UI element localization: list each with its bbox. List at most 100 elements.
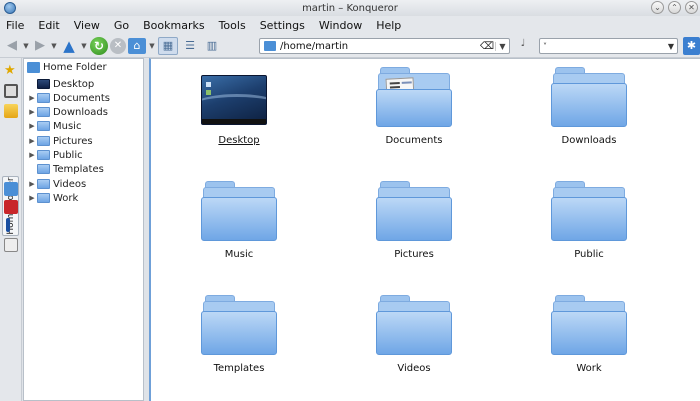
maximize-button[interactable]: ⌃ (668, 1, 681, 14)
file-label: Work (576, 363, 602, 374)
home-folder-icon (27, 62, 40, 73)
file-item-videos[interactable]: Videos (354, 295, 474, 374)
menu-window[interactable]: Window (319, 19, 362, 32)
tree-item-label: Templates (53, 163, 104, 175)
location-bar[interactable]: /home/martin ⌫ ▼ (259, 38, 510, 54)
tree-root-home-folder[interactable]: Home Folder (27, 62, 107, 73)
tree-item-pictures[interactable]: ▶ Pictures (27, 134, 92, 148)
tree-item-label: Public (53, 149, 83, 161)
forward-history-dropdown-icon[interactable]: ▼ (50, 37, 58, 55)
menu-bookmarks[interactable]: Bookmarks (143, 19, 204, 32)
file-icon-view[interactable]: Desktop Documents Downloads Music Pictur… (149, 58, 700, 401)
file-item-downloads[interactable]: Downloads (529, 67, 649, 146)
expand-arrow-icon[interactable]: ▶ (27, 94, 37, 102)
menu-go[interactable]: Go (114, 19, 129, 32)
expand-arrow-icon[interactable]: ▶ (27, 122, 37, 130)
tree-item-desktop[interactable]: Desktop (27, 77, 94, 91)
file-label: Documents (385, 135, 443, 146)
file-item-work[interactable]: Work (529, 295, 649, 374)
back-history-dropdown-icon[interactable]: ▼ (22, 37, 30, 55)
folder-icon (37, 136, 50, 146)
forward-arrow-icon[interactable]: ▶ (32, 37, 48, 55)
places-flag-icon[interactable] (6, 218, 10, 232)
file-item-documents[interactable]: Documents (354, 67, 474, 146)
folder-icon (37, 193, 50, 203)
menu-bar: File Edit View Go Bookmarks Tools Settin… (0, 16, 700, 34)
tree-item-work[interactable]: ▶ Work (27, 191, 78, 205)
up-arrow-icon[interactable]: ▲ (60, 37, 78, 55)
location-input[interactable]: /home/martin (280, 41, 479, 52)
folder-icon (201, 295, 277, 355)
file-item-pictures[interactable]: Pictures (354, 181, 474, 260)
expand-arrow-icon[interactable]: ▶ (27, 180, 37, 188)
expand-arrow-icon[interactable]: ▶ (27, 151, 37, 159)
columns-view-icon[interactable]: ▥ (202, 37, 222, 55)
expand-arrow-icon[interactable]: ▶ (27, 137, 37, 145)
folder-icon (376, 295, 452, 355)
folder-icon (201, 181, 277, 241)
menu-help[interactable]: Help (376, 19, 401, 32)
folder-tree: Home Folder Desktop ▶ Documents ▶ Downlo… (23, 58, 144, 401)
file-label: Public (574, 249, 604, 260)
folder-icon (37, 179, 50, 189)
clear-location-icon[interactable]: ⌫ (479, 41, 495, 52)
expand-arrow-icon[interactable]: ▶ (27, 108, 37, 116)
search-provider-dropdown-icon[interactable]: ˅ (543, 42, 547, 51)
network-icon[interactable] (4, 238, 18, 252)
tree-item-videos[interactable]: ▶ Videos (27, 177, 86, 191)
tree-item-documents[interactable]: ▶ Documents (27, 91, 110, 105)
sidebar-tab-strip: ★ Home Folder (0, 58, 22, 401)
reload-icon[interactable]: ↻ (90, 36, 108, 55)
root-folder-icon[interactable] (4, 200, 18, 214)
menu-view[interactable]: View (74, 19, 100, 32)
history-icon[interactable] (4, 84, 18, 98)
stop-icon[interactable]: ✕ (110, 37, 126, 54)
location-history-dropdown-icon[interactable]: ▼ (495, 41, 509, 51)
folder-icon (376, 181, 452, 241)
file-label: Music (224, 249, 254, 260)
menu-edit[interactable]: Edit (38, 19, 59, 32)
tree-item-label: Music (53, 120, 82, 132)
desktop-folder-icon (37, 79, 50, 89)
documents-folder-icon (376, 67, 452, 127)
back-arrow-icon[interactable]: ◀ (4, 37, 20, 55)
kde-logo-icon: ✱ (683, 37, 700, 55)
folder-icon (551, 181, 627, 241)
menu-file[interactable]: File (6, 19, 24, 32)
tree-item-music[interactable]: ▶ Music (27, 119, 81, 133)
search-provider-box[interactable]: ˅ ▼ (539, 38, 678, 54)
folder-icon (37, 150, 50, 160)
tree-item-templates[interactable]: Templates (27, 162, 104, 176)
details-view-icon[interactable]: ☰ (180, 37, 200, 55)
home-dropdown-icon[interactable]: ▼ (148, 37, 156, 55)
expand-arrow-icon[interactable]: ▶ (27, 194, 37, 202)
menu-tools[interactable]: Tools (219, 19, 246, 32)
up-dropdown-icon[interactable]: ▼ (80, 37, 88, 55)
menu-settings[interactable]: Settings (260, 19, 305, 32)
icon-view-icon[interactable]: ▦ (158, 36, 178, 55)
folder-location-icon (264, 41, 276, 51)
home-icon[interactable]: ⌂ (128, 37, 146, 54)
file-label: Desktop (218, 135, 260, 146)
go-button-icon[interactable]: ♩ (516, 38, 530, 54)
tree-item-downloads[interactable]: ▶ Downloads (27, 105, 108, 119)
tree-item-public[interactable]: ▶ Public (27, 148, 83, 162)
search-dropdown-icon[interactable]: ▼ (668, 42, 674, 51)
file-item-templates[interactable]: Templates (179, 295, 299, 374)
folder-icon (37, 107, 50, 117)
tree-item-label: Work (53, 192, 79, 204)
folder-services-icon[interactable] (4, 104, 18, 118)
bookmarks-star-icon[interactable]: ★ (4, 64, 18, 78)
file-label: Templates (213, 363, 265, 374)
folder-icon (37, 121, 50, 131)
file-item-desktop[interactable]: Desktop (179, 67, 299, 146)
home-folder-tab-icon[interactable] (4, 182, 18, 196)
konqueror-app-icon[interactable] (4, 2, 16, 14)
file-item-music[interactable]: Music (179, 181, 299, 260)
tree-item-label: Videos (53, 178, 87, 190)
close-button[interactable]: ✕ (685, 1, 698, 14)
folder-icon (551, 67, 627, 127)
file-item-public[interactable]: Public (529, 181, 649, 260)
minimize-button[interactable]: ⌄ (651, 1, 664, 14)
folder-icon (37, 93, 50, 103)
